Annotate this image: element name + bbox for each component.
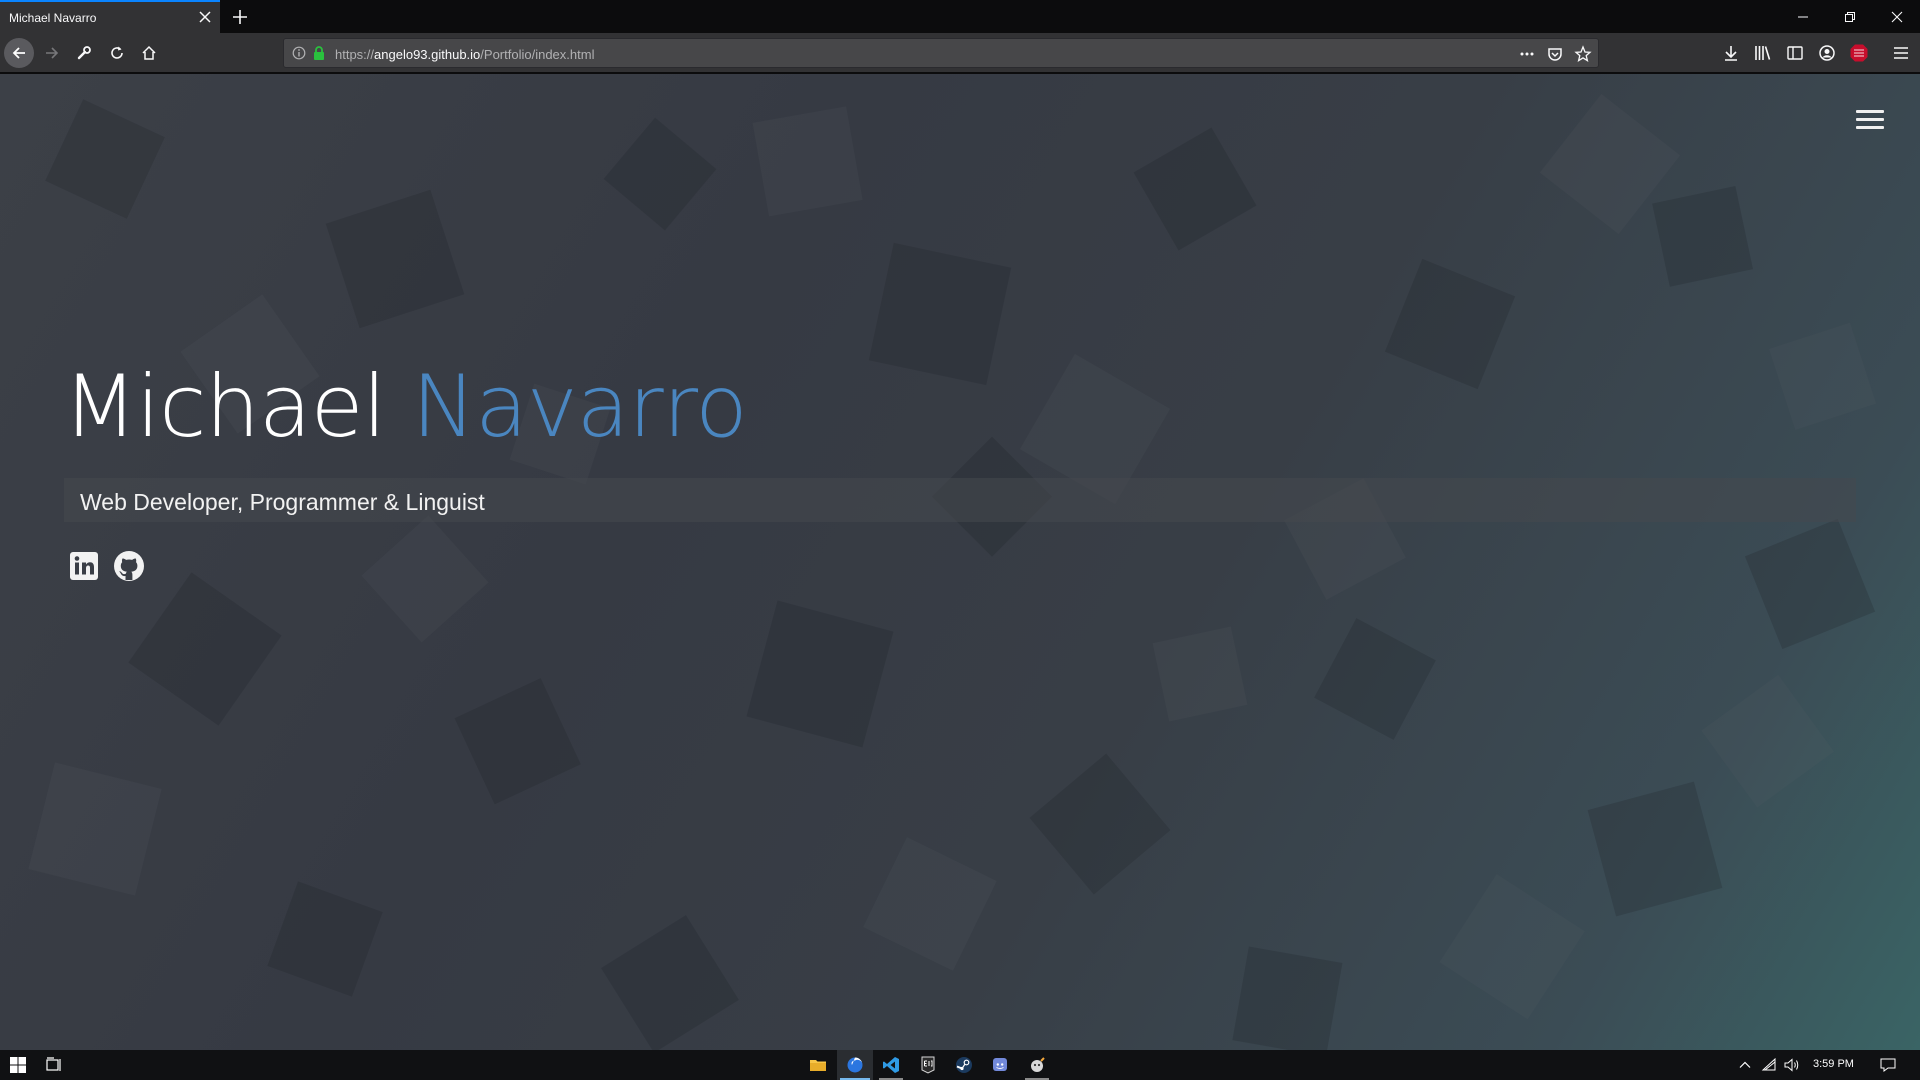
hero-name: Michael Navarro (63, 357, 748, 457)
tagline-banner: Web Developer, Programmer & Linguist (64, 478, 1856, 522)
portfolio-page: Michael Navarro Web Developer, Programme… (0, 74, 1920, 1050)
home-icon[interactable] (134, 38, 164, 68)
bookmark-star-icon[interactable] (1574, 45, 1592, 63)
pocket-icon[interactable] (1546, 45, 1564, 63)
git-app-icon[interactable] (1019, 1050, 1055, 1080)
info-icon[interactable] (292, 46, 306, 65)
tab-strip: Michael Navarro (0, 0, 1920, 33)
minimize-button[interactable] (1780, 0, 1826, 33)
downloads-icon[interactable] (1721, 43, 1741, 63)
background-texture (28, 93, 1877, 1050)
menu-icon[interactable] (1891, 43, 1911, 63)
taskbar-clock[interactable]: 3:59 PM (1813, 1058, 1854, 1070)
reload-icon[interactable] (102, 38, 132, 68)
tab-title: Michael Navarro (9, 11, 97, 25)
chevron-up-icon[interactable] (1738, 1058, 1752, 1077)
volume-icon[interactable] (1784, 1058, 1800, 1077)
new-tab-button[interactable] (229, 6, 251, 28)
close-tab-icon[interactable] (196, 8, 214, 26)
lock-icon[interactable] (312, 45, 326, 66)
browser-tab[interactable]: Michael Navarro (0, 0, 220, 33)
url-bar[interactable]: https://angelo93.github.io/Portfolio/ind… (283, 38, 1599, 68)
firefox-icon[interactable] (837, 1050, 873, 1080)
vscode-icon[interactable] (873, 1050, 909, 1080)
wifi-icon[interactable] (1761, 1057, 1777, 1077)
page-actions-icon[interactable] (1518, 45, 1536, 63)
github-icon[interactable] (113, 550, 145, 582)
windows-start-icon[interactable] (0, 1050, 36, 1080)
action-center-icon[interactable] (1880, 1058, 1896, 1077)
account-icon[interactable] (1817, 43, 1837, 63)
sidebar-icon[interactable] (1785, 43, 1805, 63)
adblock-plus-icon[interactable] (1849, 43, 1869, 63)
forward-button[interactable] (37, 38, 67, 68)
task-view-icon[interactable] (36, 1050, 72, 1080)
restore-button[interactable] (1827, 0, 1873, 33)
windows-taskbar: 3:59 PM (0, 1050, 1920, 1080)
hero-last-name: Navarro (411, 357, 748, 457)
library-icon[interactable] (1753, 43, 1773, 63)
file-explorer-icon[interactable] (800, 1050, 836, 1080)
epic-games-icon[interactable] (910, 1050, 946, 1080)
navigation-toolbar: https://angelo93.github.io/Portfolio/ind… (0, 33, 1920, 73)
steam-icon[interactable] (946, 1050, 982, 1080)
hero-first-name: Michael (63, 357, 386, 457)
hamburger-menu-button[interactable] (1856, 108, 1886, 132)
tagline: Web Developer, Programmer & Linguist (80, 489, 485, 515)
url-host: angelo93.github.io (374, 47, 481, 62)
url-path: /Portfolio/index.html (480, 47, 595, 62)
back-button[interactable] (4, 38, 34, 68)
wrench-icon[interactable] (69, 38, 99, 68)
url-prefix: https:// (335, 47, 375, 62)
discord-icon[interactable] (982, 1050, 1018, 1080)
url-text[interactable]: https://angelo93.github.io/Portfolio/ind… (335, 47, 594, 62)
linkedin-icon[interactable] (68, 550, 100, 582)
close-window-button[interactable] (1874, 0, 1920, 33)
